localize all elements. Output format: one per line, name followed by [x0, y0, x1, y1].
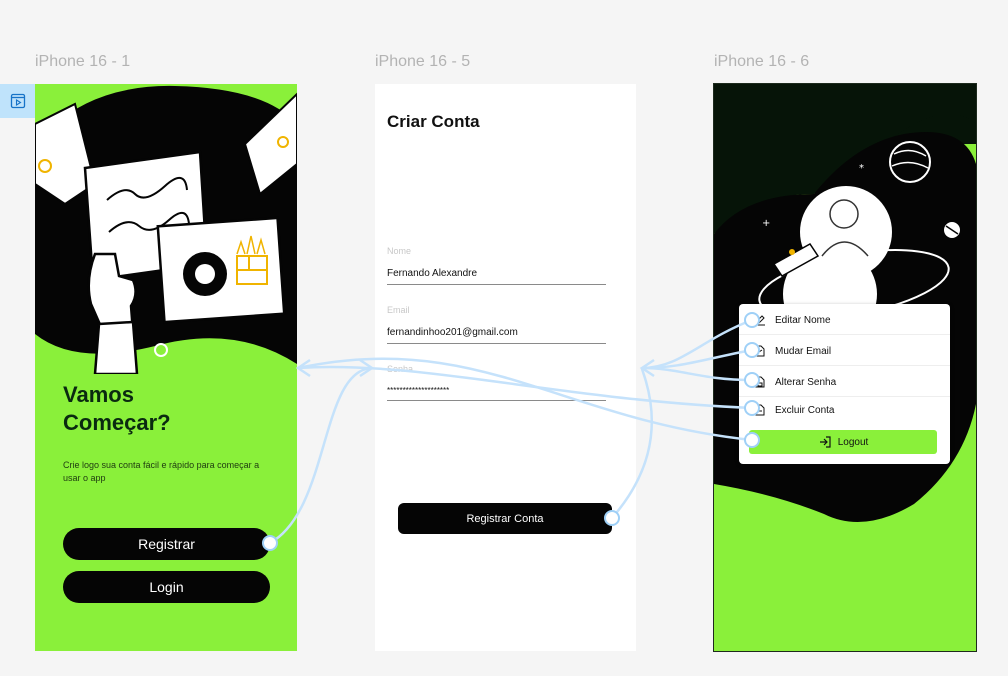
register-button[interactable]: Registrar	[63, 528, 270, 560]
menu-label-change-email: Mudar Email	[775, 345, 832, 357]
welcome-title: Vamos Começar?	[63, 381, 171, 437]
menu-item-change-password[interactable]: Alterar Senha	[739, 368, 950, 397]
email-field[interactable]: fernandinhoo201@gmail.com	[387, 327, 606, 344]
title-line-1: Vamos	[63, 382, 134, 407]
file-lock-icon	[753, 375, 767, 389]
file-delete-icon	[753, 403, 767, 417]
logout-button[interactable]: Logout	[749, 430, 937, 454]
arrow-head-signup-left	[359, 358, 375, 378]
welcome-illustration	[35, 85, 297, 374]
welcome-subtitle: Crie logo sua conta fácil e rápido para …	[63, 460, 260, 483]
profile-screen: * + Editar Nome Mudar Email Alterar Senh…	[713, 83, 977, 652]
login-button[interactable]: Login	[63, 571, 270, 603]
signup-screen: Criar Conta Nome Fernando Alexandre Emai…	[375, 84, 636, 651]
prototype-play-tab[interactable]	[0, 84, 35, 118]
email-label: Email	[387, 305, 410, 315]
file-edit-icon	[753, 344, 767, 358]
menu-label-change-password: Alterar Senha	[775, 376, 837, 388]
frame-label-5[interactable]: iPhone 16 - 5	[375, 53, 470, 71]
arrow-head-signup-right	[639, 358, 655, 378]
arrow-head-welcome	[295, 358, 311, 378]
frame-label-6[interactable]: iPhone 16 - 6	[714, 53, 809, 71]
menu-label-edit-name: Editar Nome	[775, 314, 831, 326]
menu-item-change-email[interactable]: Mudar Email	[739, 337, 950, 366]
login-arrow-icon	[819, 436, 831, 448]
menu-item-delete-account[interactable]: Excluir Conta	[739, 396, 950, 424]
svg-text:*: *	[859, 163, 864, 174]
register-account-button[interactable]: Registrar Conta	[398, 503, 612, 534]
profile-menu: Editar Nome Mudar Email Alterar Senha Ex…	[739, 304, 950, 464]
menu-item-edit-name[interactable]: Editar Nome	[739, 306, 950, 335]
logout-label: Logout	[837, 436, 869, 448]
frame-label-1[interactable]: iPhone 16 - 1	[35, 53, 130, 71]
password-field[interactable]: ********************	[387, 386, 606, 401]
title-line-2: Começar?	[63, 410, 171, 435]
menu-label-delete-account: Excluir Conta	[775, 404, 835, 416]
name-field[interactable]: Fernando Alexandre	[387, 268, 606, 285]
name-label: Nome	[387, 246, 412, 256]
welcome-screen: Vamos Começar? Crie logo sua conta fácil…	[35, 84, 297, 651]
svg-text:+: +	[762, 218, 770, 229]
play-frame-icon	[10, 93, 25, 109]
password-label: Senha	[387, 364, 414, 374]
signup-title: Criar Conta	[387, 112, 480, 131]
pencil-icon	[753, 313, 767, 327]
